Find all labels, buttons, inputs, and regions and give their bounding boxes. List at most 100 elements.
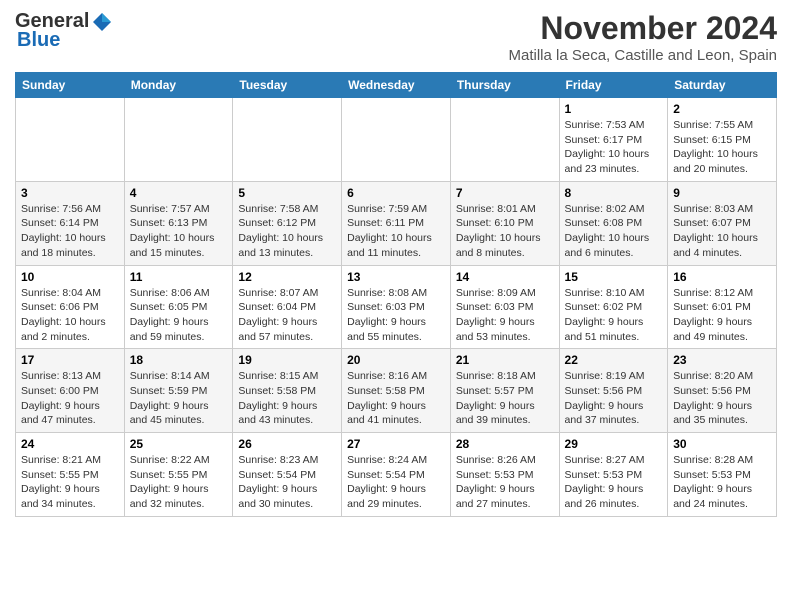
day-number: 3 (21, 186, 119, 200)
day-number: 5 (238, 186, 336, 200)
page-header: General Blue November 2024 Matilla la Se… (15, 10, 777, 64)
day-number: 26 (238, 437, 336, 451)
calendar-cell: 9 Sunrise: 8:03 AM Sunset: 6:07 PM Daylig… (668, 181, 777, 265)
calendar-cell: 7 Sunrise: 8:01 AM Sunset: 6:10 PM Daylig… (450, 181, 559, 265)
day-number: 18 (130, 353, 228, 367)
calendar-cell: 11 Sunrise: 8:06 AM Sunset: 6:05 PM Dayli… (124, 265, 233, 349)
calendar-cell: 25Sunrise: 8:22 AM Sunset: 5:55 PM Dayli… (124, 433, 233, 517)
day-number: 19 (238, 353, 336, 367)
calendar-cell: 1 Sunrise: 7:53 AM Sunset: 6:17 PM Daylig… (559, 98, 668, 182)
day-number: 27 (347, 437, 445, 451)
calendar-cell: 26 Sunrise: 8:23 AM Sunset: 5:54 PM Dayli… (233, 433, 342, 517)
day-number: 2 (673, 102, 771, 116)
calendar-week-row: 24 Sunrise: 8:21 AM Sunset: 5:55 PM Dayli… (16, 433, 777, 517)
day-number: 24 (21, 437, 119, 451)
calendar-header-monday: Monday (124, 73, 233, 98)
calendar-cell: 24 Sunrise: 8:21 AM Sunset: 5:55 PM Dayli… (16, 433, 125, 517)
day-number: 11 (130, 270, 228, 284)
day-number: 1 (565, 102, 663, 116)
calendar-cell: 15Sunrise: 8:10 AM Sunset: 6:02 PM Dayli… (559, 265, 668, 349)
calendar-cell: 2 Sunrise: 7:55 AM Sunset: 6:15 PM Daylig… (668, 98, 777, 182)
day-info: Sunrise: 8:02 AM Sunset: 6:08 PM Dayligh… (565, 202, 663, 261)
day-number: 16 (673, 270, 771, 284)
day-info: Sunrise: 8:07 AM Sunset: 6:04 PM Dayligh… (238, 286, 336, 345)
calendar-cell: 6 Sunrise: 7:59 AM Sunset: 6:11 PM Daylig… (342, 181, 451, 265)
day-info: Sunrise: 8:28 AM Sunset: 5:53 PM Dayligh… (673, 453, 771, 512)
calendar-week-row: 3 Sunrise: 7:56 AM Sunset: 6:14 PM Daylig… (16, 181, 777, 265)
day-info: Sunrise: 8:18 AM Sunset: 5:57 PM Dayligh… (456, 369, 554, 428)
calendar-table: SundayMondayTuesdayWednesdayThursdayFrid… (15, 72, 777, 517)
logo-blue-text: Blue (17, 29, 60, 52)
day-number: 10 (21, 270, 119, 284)
day-number: 28 (456, 437, 554, 451)
calendar-header-row: SundayMondayTuesdayWednesdayThursdayFrid… (16, 73, 777, 98)
calendar-cell: 8 Sunrise: 8:02 AM Sunset: 6:08 PM Daylig… (559, 181, 668, 265)
day-info: Sunrise: 8:27 AM Sunset: 5:53 PM Dayligh… (565, 453, 663, 512)
day-info: Sunrise: 7:55 AM Sunset: 6:15 PM Dayligh… (673, 118, 771, 177)
calendar-cell (124, 98, 233, 182)
calendar-cell: 18 Sunrise: 8:14 AM Sunset: 5:59 PM Dayli… (124, 349, 233, 433)
calendar-week-row: 10 Sunrise: 8:04 AM Sunset: 6:06 PM Dayli… (16, 265, 777, 349)
logo-flag-icon (91, 11, 113, 33)
day-info: Sunrise: 8:09 AM Sunset: 6:03 PM Dayligh… (456, 286, 554, 345)
day-info: Sunrise: 8:01 AM Sunset: 6:10 PM Dayligh… (456, 202, 554, 261)
title-area: November 2024 Matilla la Seca, Castille … (509, 10, 778, 64)
day-info: Sunrise: 8:20 AM Sunset: 5:56 PM Dayligh… (673, 369, 771, 428)
calendar-cell: 28 Sunrise: 8:26 AM Sunset: 5:53 PM Dayli… (450, 433, 559, 517)
calendar-cell: 17 Sunrise: 8:13 AM Sunset: 6:00 PM Dayli… (16, 349, 125, 433)
calendar-header-sunday: Sunday (16, 73, 125, 98)
calendar-body: 1 Sunrise: 7:53 AM Sunset: 6:17 PM Daylig… (16, 98, 777, 517)
day-info: Sunrise: 7:57 AM Sunset: 6:13 PM Dayligh… (130, 202, 228, 261)
calendar-week-row: 1 Sunrise: 7:53 AM Sunset: 6:17 PM Daylig… (16, 98, 777, 182)
calendar-cell (233, 98, 342, 182)
calendar-header-saturday: Saturday (668, 73, 777, 98)
calendar-cell: 27Sunrise: 8:24 AM Sunset: 5:54 PM Dayli… (342, 433, 451, 517)
day-info: Sunrise: 8:14 AM Sunset: 5:59 PM Dayligh… (130, 369, 228, 428)
calendar-cell: 12 Sunrise: 8:07 AM Sunset: 6:04 PM Dayli… (233, 265, 342, 349)
day-number: 20 (347, 353, 445, 367)
calendar-cell: 22Sunrise: 8:19 AM Sunset: 5:56 PM Dayli… (559, 349, 668, 433)
day-number: 13 (347, 270, 445, 284)
day-info: Sunrise: 8:21 AM Sunset: 5:55 PM Dayligh… (21, 453, 119, 512)
day-info: Sunrise: 8:26 AM Sunset: 5:53 PM Dayligh… (456, 453, 554, 512)
calendar-cell: 16 Sunrise: 8:12 AM Sunset: 6:01 PM Dayli… (668, 265, 777, 349)
day-info: Sunrise: 8:13 AM Sunset: 6:00 PM Dayligh… (21, 369, 119, 428)
day-info: Sunrise: 8:06 AM Sunset: 6:05 PM Dayligh… (130, 286, 228, 345)
day-number: 21 (456, 353, 554, 367)
day-info: Sunrise: 7:56 AM Sunset: 6:14 PM Dayligh… (21, 202, 119, 261)
day-info: Sunrise: 7:53 AM Sunset: 6:17 PM Dayligh… (565, 118, 663, 177)
calendar-cell: 23Sunrise: 8:20 AM Sunset: 5:56 PM Dayli… (668, 349, 777, 433)
day-info: Sunrise: 7:59 AM Sunset: 6:11 PM Dayligh… (347, 202, 445, 261)
day-info: Sunrise: 8:03 AM Sunset: 6:07 PM Dayligh… (673, 202, 771, 261)
calendar-week-row: 17 Sunrise: 8:13 AM Sunset: 6:00 PM Dayli… (16, 349, 777, 433)
day-info: Sunrise: 8:23 AM Sunset: 5:54 PM Dayligh… (238, 453, 336, 512)
day-number: 9 (673, 186, 771, 200)
calendar-cell (342, 98, 451, 182)
day-number: 17 (21, 353, 119, 367)
calendar-cell: 14 Sunrise: 8:09 AM Sunset: 6:03 PM Dayli… (450, 265, 559, 349)
day-info: Sunrise: 8:12 AM Sunset: 6:01 PM Dayligh… (673, 286, 771, 345)
day-number: 6 (347, 186, 445, 200)
calendar-cell: 3 Sunrise: 7:56 AM Sunset: 6:14 PM Daylig… (16, 181, 125, 265)
day-info: Sunrise: 8:22 AM Sunset: 5:55 PM Dayligh… (130, 453, 228, 512)
month-title: November 2024 (509, 10, 778, 47)
calendar-cell: 5Sunrise: 7:58 AM Sunset: 6:12 PM Daylig… (233, 181, 342, 265)
day-info: Sunrise: 8:04 AM Sunset: 6:06 PM Dayligh… (21, 286, 119, 345)
day-number: 30 (673, 437, 771, 451)
calendar-header-wednesday: Wednesday (342, 73, 451, 98)
day-info: Sunrise: 8:08 AM Sunset: 6:03 PM Dayligh… (347, 286, 445, 345)
day-number: 8 (565, 186, 663, 200)
calendar-cell: 4Sunrise: 7:57 AM Sunset: 6:13 PM Daylig… (124, 181, 233, 265)
calendar-cell: 21 Sunrise: 8:18 AM Sunset: 5:57 PM Dayli… (450, 349, 559, 433)
day-number: 29 (565, 437, 663, 451)
calendar-header-thursday: Thursday (450, 73, 559, 98)
calendar-cell: 20Sunrise: 8:16 AM Sunset: 5:58 PM Dayli… (342, 349, 451, 433)
day-number: 14 (456, 270, 554, 284)
day-info: Sunrise: 8:10 AM Sunset: 6:02 PM Dayligh… (565, 286, 663, 345)
logo: General Blue (15, 10, 113, 52)
calendar-cell: 13 Sunrise: 8:08 AM Sunset: 6:03 PM Dayli… (342, 265, 451, 349)
day-number: 12 (238, 270, 336, 284)
day-number: 22 (565, 353, 663, 367)
day-number: 7 (456, 186, 554, 200)
calendar-cell (450, 98, 559, 182)
